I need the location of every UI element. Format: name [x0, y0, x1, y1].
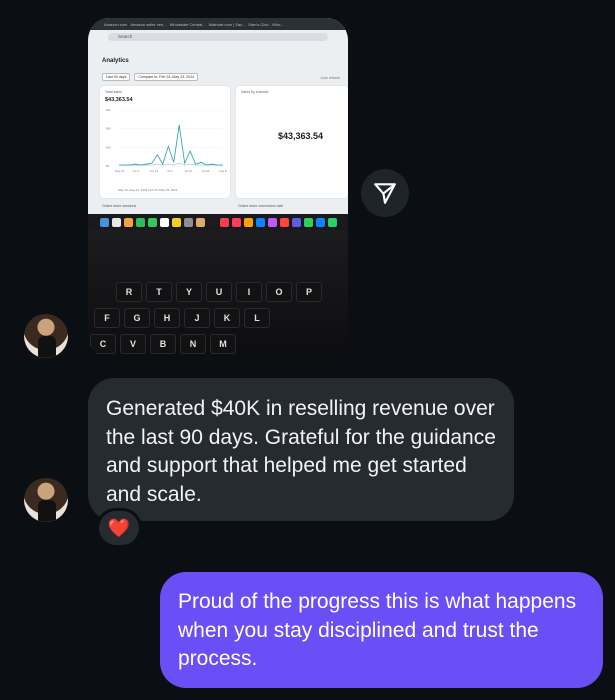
- browser-tab: Amazon seller cen...: [130, 21, 167, 27]
- keyboard-key: U: [206, 282, 232, 302]
- browser-tab: Amazon.com: [104, 21, 128, 27]
- app-icon: [147, 217, 157, 227]
- app-icon: [195, 217, 205, 227]
- app-icon: [219, 217, 229, 227]
- keyboard-key: M: [210, 334, 236, 354]
- x-tick-label: Aug 10: [219, 169, 227, 173]
- app-icon: [291, 217, 301, 227]
- app-icon: [315, 217, 325, 227]
- period-filter: Last 90 days: [102, 73, 131, 81]
- heart-reaction[interactable]: ❤️: [96, 508, 142, 548]
- paper-plane-icon: [374, 183, 396, 204]
- x-tick-label: Jul 15: [184, 169, 192, 173]
- x-tick-label: Jun 19: [150, 169, 159, 173]
- keyboard-key: I: [236, 282, 262, 302]
- browser-tab: Sam's Club - Who...: [248, 21, 284, 27]
- compare-filter: Compare to: Feb 24–May 23, 2024: [134, 73, 199, 81]
- app-icon: [279, 217, 289, 227]
- laptop-keyboard: R T Y U I O P F G H J K L C V B N M: [88, 230, 348, 358]
- total-sales-value: $43,363.54: [105, 97, 133, 103]
- sales-by-channel-card: Sales by channel $43,363.54: [236, 86, 348, 198]
- x-tick-label: Jun 6: [132, 169, 139, 173]
- y-tick-label: $6K: [106, 108, 111, 112]
- app-icon: [171, 217, 181, 227]
- keyboard-key: P: [296, 282, 322, 302]
- sent-message[interactable]: Proud of the progress this is what happe…: [160, 572, 603, 688]
- app-icon: [267, 217, 277, 227]
- keyboard-key: T: [146, 282, 172, 302]
- total-sales-label: Total sales: [105, 90, 122, 94]
- app-icon: [327, 217, 337, 227]
- x-tick-label: May 24: [115, 169, 125, 173]
- keyboard-key: Y: [176, 282, 202, 302]
- app-icon: [159, 217, 169, 227]
- total-sales-card: Total sales $43,363.54 $6K $4K $2K $0 May 24…: [100, 86, 230, 198]
- photo-message[interactable]: Amazon.com Amazon seller cen... Wholesal…: [88, 18, 348, 358]
- keyboard-key: V: [120, 334, 146, 354]
- keyboard-key: J: [184, 308, 210, 328]
- sales-by-channel-label: Sales by channel: [241, 90, 269, 94]
- sales-chart: $6K $4K $2K $0 May 24 Jun 6 Jun 19 Jul 2 Jul 15 J…: [106, 108, 227, 173]
- app-icon: [207, 217, 217, 227]
- analytics-title: Analytics: [102, 58, 129, 64]
- mac-dock: [88, 214, 348, 230]
- heart-icon: ❤️: [107, 517, 131, 538]
- keyboard-key: O: [266, 282, 292, 302]
- app-icon: [135, 217, 145, 227]
- app-icon: [123, 217, 133, 227]
- online-sessions-label: Online store sessions: [102, 204, 137, 208]
- laptop-screen: Amazon.com Amazon seller cen... Wholesal…: [88, 18, 348, 214]
- keyboard-key: R: [116, 282, 142, 302]
- app-icon: [243, 217, 253, 227]
- keyboard-key: B: [150, 334, 176, 354]
- keyboard-key: N: [180, 334, 206, 354]
- keyboard-key: L: [244, 308, 270, 328]
- app-icon: [183, 217, 193, 227]
- app-icon: [111, 217, 121, 227]
- search-bar: Search: [108, 33, 328, 41]
- conversion-rate-label: Online store conversion rate: [238, 204, 283, 208]
- app-icon: [99, 217, 109, 227]
- received-message[interactable]: Generated $40K in reselling revenue over…: [88, 378, 514, 521]
- auto-refresh-label: Auto refresh: [320, 76, 340, 80]
- chart-legend: May 24–Aug 21, 2024 Feb 24–May 23, 2024: [118, 188, 178, 192]
- filter-row: Last 90 days Compare to: Feb 24–May 23, …: [102, 73, 199, 81]
- browser-tab: Wholesale Central...: [169, 21, 206, 27]
- browser-tab-bar: Amazon.com Amazon seller cen... Wholesal…: [88, 18, 348, 30]
- share-button[interactable]: [361, 169, 409, 217]
- keyboard-key: K: [214, 308, 240, 328]
- keyboard-key: G: [124, 308, 150, 328]
- series-line: [119, 124, 223, 166]
- contact-avatar[interactable]: [24, 478, 68, 522]
- x-tick-label: Jul 2: [167, 169, 173, 173]
- keyboard-key: C: [90, 334, 116, 354]
- app-icon: [255, 217, 265, 227]
- x-tick-label: Jul 28: [202, 169, 210, 173]
- browser-tab: Walmart.com | Sav...: [208, 21, 246, 27]
- y-tick-label: $2K: [106, 145, 111, 149]
- y-tick-label: $0: [106, 164, 110, 168]
- sales-by-channel-value: $43,363.54: [278, 131, 324, 141]
- app-icon: [303, 217, 313, 227]
- keyboard-key: F: [94, 308, 120, 328]
- keyboard-key: H: [154, 308, 180, 328]
- app-icon: [231, 217, 241, 227]
- contact-avatar[interactable]: [24, 314, 68, 358]
- y-tick-label: $4K: [106, 127, 111, 131]
